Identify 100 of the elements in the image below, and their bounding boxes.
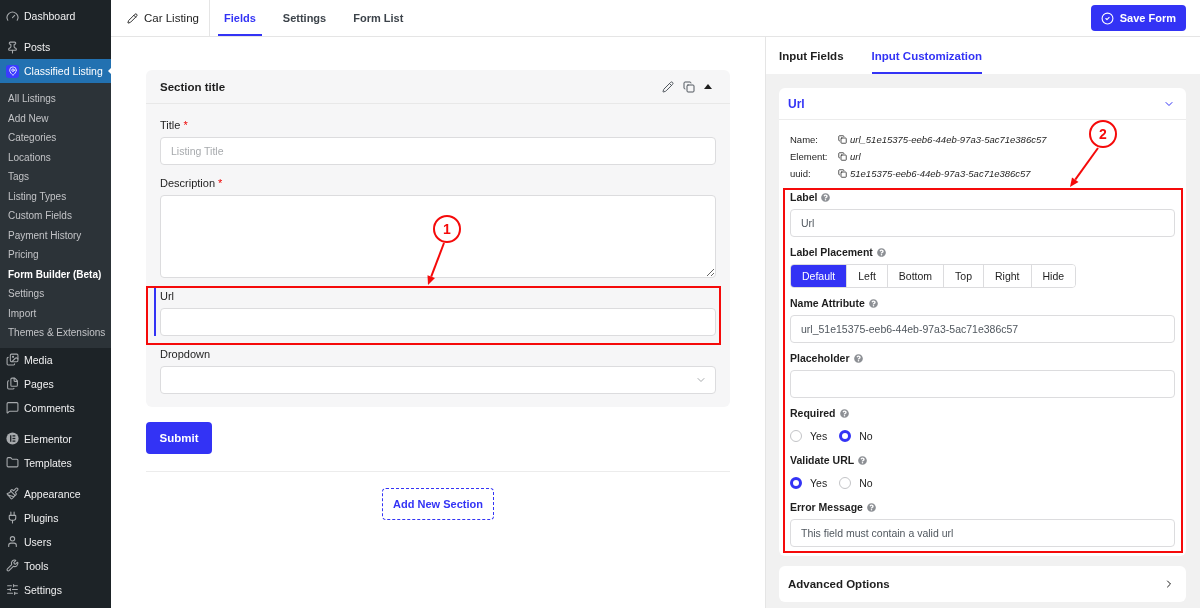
menu-item[interactable]: Media [0,347,111,372]
submenu-item[interactable]: Locations [0,147,111,167]
advanced-options-header[interactable]: Advanced Options [779,566,1186,602]
callout-arrow [1070,147,1099,187]
field-label: Title * [160,118,189,133]
dropdown-field[interactable] [160,366,716,394]
text-field[interactable]: url_51e15375-eeb6-44eb-97a3-5ac71e386c57 [790,315,1175,343]
menu-item[interactable]: Plugins [0,505,111,530]
plug-icon [6,511,19,524]
submenu-item[interactable]: Add New [0,108,111,128]
meta-value: url [850,151,861,162]
help-icon [853,353,863,363]
text-field[interactable] [160,308,716,336]
menu-item[interactable]: Appearance [0,481,111,506]
help-icon [858,455,868,465]
help-icon [876,247,886,257]
field-label: Dropdown [160,347,212,362]
help-icon [868,298,878,308]
save-button[interactable]: Save Form [1090,5,1186,31]
help-icon [866,502,876,512]
folder-icon [6,456,19,469]
menu-item[interactable]: Pages [0,371,111,396]
meta-value: 51e15375-eeb6-44eb-97a3-5ac71e386c57 [850,168,1031,179]
text-field[interactable]: Url [790,209,1175,237]
help-icon [821,192,831,202]
meta-key: Element: [790,151,838,162]
field-label: Description * [160,176,224,191]
paintbrush-icon [6,487,19,500]
pages-icon [6,377,19,390]
copy-icon[interactable] [838,152,847,161]
radio-label: No [859,430,873,442]
placement-option[interactable]: Default [791,265,848,287]
radio-button[interactable] [839,477,852,489]
caret-icon[interactable] [704,84,712,89]
menu-item[interactable]: Tools [0,553,111,578]
dashboard-icon [6,9,19,23]
setting-label: Label [790,191,818,203]
comment-icon [6,401,19,414]
meta-key: uuid: [790,168,838,179]
submenu-item[interactable]: Listing Types [0,186,111,206]
copy-icon[interactable] [838,169,847,178]
submenu-item[interactable]: Import [0,303,111,323]
images-icon [6,353,19,366]
help-icon [839,408,849,418]
tab[interactable]: Input Fields [779,37,844,74]
submenu-item[interactable]: Custom Fields [0,206,111,226]
field-card-header[interactable]: Url [779,88,1186,120]
copy-icon[interactable] [838,135,847,144]
radio-button[interactable] [839,430,852,442]
edit-icon[interactable] [662,80,674,93]
wrench-icon [6,559,19,572]
radio-button[interactable] [790,477,802,489]
setting-label: Validate URL [790,454,855,466]
submit-button[interactable]: Submit [146,422,212,454]
map-pin-icon [6,64,19,78]
menu-item[interactable]: Dashboard [0,4,111,28]
meta-value: url_51e15375-eeb6-44eb-97a3-5ac71e386c57 [850,134,1047,145]
menu-item[interactable]: Elementor [0,426,111,451]
menu-item[interactable]: Users [0,529,111,554]
setting-label: Label Placement [790,246,873,258]
submenu-item[interactable]: Settings [0,284,111,304]
submenu-item[interactable]: Payment History [0,225,111,245]
radio-label: Yes [810,430,828,442]
pin-icon [6,40,19,54]
tab[interactable]: Settings [276,0,333,36]
setting-label: Required [790,407,836,419]
setting-label: Placeholder [790,352,850,364]
copy-icon[interactable] [683,80,695,93]
radio-label: Yes [810,477,828,489]
setting-label: Name Attribute [790,297,865,309]
settings-icon [6,583,19,596]
menu-item[interactable]: Templates [0,450,111,475]
check-circle-icon [1100,11,1114,25]
callout-arrow [427,242,445,285]
circle-bars-icon [6,432,19,445]
field-label: Url [160,289,176,304]
text-field[interactable]: Listing Title [160,137,716,165]
text-field[interactable] [790,370,1175,398]
callout-number: 2 [1089,120,1117,148]
pencil-icon [127,12,138,24]
textarea-field[interactable] [160,195,716,278]
submenu-item[interactable]: All Listings [0,89,111,109]
radio-label: No [859,477,873,489]
setting-label: Error Message [790,501,863,513]
menu-item[interactable]: Comments [0,395,111,420]
meta-key: Name: [790,134,838,145]
radio-button[interactable] [790,430,802,442]
submenu-item[interactable]: Pricing [0,245,111,265]
menu-item[interactable]: Posts [0,35,111,59]
submenu-item[interactable]: Form Builder (Beta) [0,264,111,284]
menu-item[interactable]: Settings [0,577,111,602]
submenu-item[interactable]: Categories [0,128,111,148]
submenu-item[interactable]: Themes & Extensions [0,323,111,343]
tab[interactable]: Input Customization [871,37,983,74]
submenu-item[interactable]: Tags [0,167,111,187]
text-field[interactable]: This field must contain a valid url [790,519,1175,547]
tab[interactable]: Fields [218,0,262,36]
tab[interactable]: Form List [347,0,410,36]
add-section-button[interactable]: Add New Section [382,488,494,520]
section-title: Section title [160,80,226,93]
